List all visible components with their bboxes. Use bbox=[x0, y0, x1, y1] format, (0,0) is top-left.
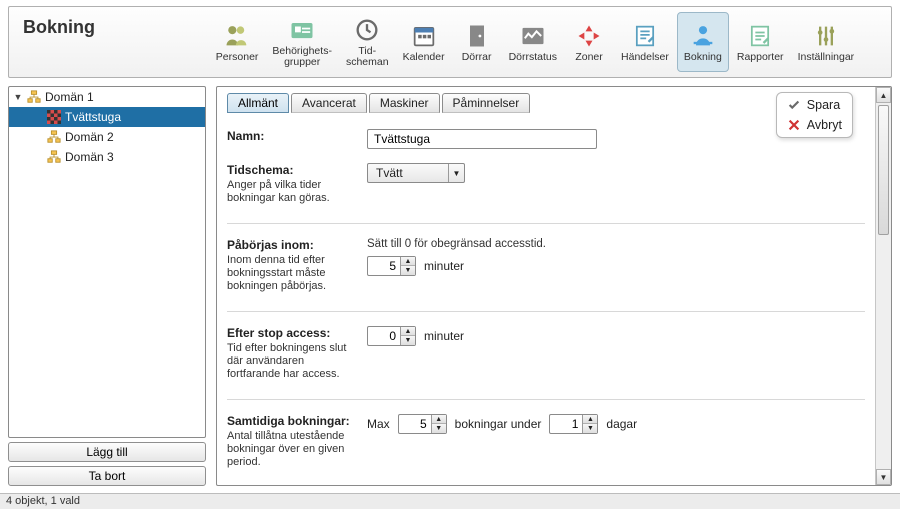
tidschema-sub: Anger på vilka tider bokningar kan göras… bbox=[227, 179, 359, 205]
booking-icon bbox=[689, 22, 717, 50]
events-icon bbox=[631, 22, 659, 50]
zones-icon bbox=[575, 22, 603, 50]
spin-down-icon[interactable]: ▼ bbox=[401, 336, 415, 345]
efterstop-sub: Tid efter bokningens slut där användaren… bbox=[227, 342, 359, 381]
samtidiga-count-input[interactable] bbox=[399, 417, 431, 431]
samtidiga-sub: Antal tillåtna utestående bokningar över… bbox=[227, 430, 359, 469]
paborjas-unit: minuter bbox=[424, 259, 464, 273]
tool-personer[interactable]: Personer bbox=[210, 12, 265, 72]
row-name: Namn: bbox=[227, 125, 865, 159]
tool-installningar[interactable]: Inställningar bbox=[792, 12, 861, 72]
checker-icon bbox=[47, 110, 61, 124]
spin-down-icon[interactable]: ▼ bbox=[432, 424, 446, 433]
topbar: Bokning Personer Behörighets- grupper Ti… bbox=[8, 6, 892, 78]
toolbar: Personer Behörighets- grupper Tid- schem… bbox=[187, 9, 883, 75]
door-icon bbox=[463, 22, 491, 50]
paborjas-hint: Sätt till 0 för obegränsad accesstid. bbox=[367, 238, 546, 250]
spin-up-icon[interactable]: ▲ bbox=[401, 327, 415, 336]
efterstop-unit: minuter bbox=[424, 329, 464, 343]
samtidiga-label: Samtidiga bokningar: bbox=[227, 414, 359, 428]
chevron-down-icon[interactable]: ▼ bbox=[13, 92, 23, 102]
door-status-icon bbox=[519, 22, 547, 50]
name-input[interactable] bbox=[367, 129, 597, 149]
row-paborjas: Påbörjas inom: Inom denna tid efter bokn… bbox=[227, 223, 865, 303]
scroll-down-icon[interactable]: ▼ bbox=[876, 469, 891, 485]
tree-root[interactable]: ▼ Domän 1 bbox=[9, 87, 205, 107]
tab-avancerat[interactable]: Avancerat bbox=[291, 93, 367, 113]
id-card-icon bbox=[288, 16, 316, 44]
row-samtidiga: Samtidiga bokningar: Antal tillåtna utes… bbox=[227, 399, 865, 479]
tree-item-doman2[interactable]: Domän 2 bbox=[9, 127, 205, 147]
cancel-button[interactable]: Avbryt bbox=[783, 117, 846, 133]
tree-root-label: Domän 1 bbox=[45, 90, 94, 104]
spin-down-icon[interactable]: ▼ bbox=[583, 424, 597, 433]
tab-paminnelser[interactable]: Påminnelser bbox=[442, 93, 531, 113]
tab-allmant[interactable]: Allmänt bbox=[227, 93, 289, 113]
reports-icon bbox=[746, 22, 774, 50]
tidschema-select[interactable]: Tvätt ▼ bbox=[367, 163, 465, 183]
sidebar: ▼ Domän 1 Tvättstuga Domän 2 Domän 3 Läg bbox=[8, 86, 206, 486]
samtidiga-days-input[interactable] bbox=[550, 417, 582, 431]
tool-tidscheman[interactable]: Tid- scheman bbox=[340, 12, 395, 72]
tool-behorighetsgrupper[interactable]: Behörighets- grupper bbox=[266, 12, 338, 72]
spin-up-icon[interactable]: ▲ bbox=[401, 257, 415, 266]
paborjas-label: Påbörjas inom: bbox=[227, 238, 359, 252]
tool-zoner[interactable]: Zoner bbox=[565, 12, 613, 72]
tidschema-label: Tidschema: bbox=[227, 163, 359, 177]
efterstop-spinner[interactable]: ▲▼ bbox=[367, 326, 416, 346]
tree-item-label: Domän 2 bbox=[65, 130, 114, 144]
paborjas-sub: Inom denna tid efter bokningsstart måste… bbox=[227, 254, 359, 293]
tool-dorrstatus[interactable]: Dörrstatus bbox=[503, 12, 563, 72]
org-icon bbox=[47, 150, 61, 164]
scroll-thumb[interactable] bbox=[878, 105, 889, 235]
tree-item-label: Tvättstuga bbox=[65, 110, 121, 124]
add-button[interactable]: Lägg till bbox=[8, 442, 206, 462]
status-bar: 4 objekt, 1 vald bbox=[0, 493, 900, 509]
row-efter-stop: Efter stop access: Tid efter bokningens … bbox=[227, 311, 865, 391]
scrollbar[interactable]: ▲ ▼ bbox=[875, 87, 891, 485]
name-label: Namn: bbox=[227, 129, 359, 143]
tool-kalender[interactable]: Kalender bbox=[397, 12, 451, 72]
spin-up-icon[interactable]: ▲ bbox=[432, 415, 446, 424]
row-tidschema: Tidschema: Anger på vilka tider bokninga… bbox=[227, 159, 865, 215]
tab-maskiner[interactable]: Maskiner bbox=[369, 93, 440, 113]
content-panel: ▲ ▼ Allmänt Avancerat Maskiner Påminnels… bbox=[216, 86, 892, 486]
scroll-up-icon[interactable]: ▲ bbox=[876, 87, 891, 103]
samtidiga-days-spinner[interactable]: ▲▼ bbox=[549, 414, 598, 434]
settings-icon bbox=[812, 22, 840, 50]
org-icon bbox=[47, 130, 61, 144]
spin-down-icon[interactable]: ▼ bbox=[401, 266, 415, 275]
efterstop-label: Efter stop access: bbox=[227, 326, 359, 340]
tool-bokning[interactable]: Bokning bbox=[677, 12, 729, 72]
org-icon bbox=[27, 90, 41, 104]
spin-up-icon[interactable]: ▲ bbox=[583, 415, 597, 424]
tree[interactable]: ▼ Domän 1 Tvättstuga Domän 2 Domän 3 bbox=[8, 86, 206, 438]
paborjas-input[interactable] bbox=[368, 259, 400, 273]
clock-icon bbox=[353, 16, 381, 44]
page-title: Bokning bbox=[17, 9, 187, 75]
tree-item-doman3[interactable]: Domän 3 bbox=[9, 147, 205, 167]
samtidiga-count-spinner[interactable]: ▲▼ bbox=[398, 414, 447, 434]
chevron-down-icon: ▼ bbox=[448, 164, 464, 182]
remove-button[interactable]: Ta bort bbox=[8, 466, 206, 486]
calendar-icon bbox=[410, 22, 438, 50]
tool-rapporter[interactable]: Rapporter bbox=[731, 12, 790, 72]
tool-handelser[interactable]: Händelser bbox=[615, 12, 675, 72]
tool-dorrar[interactable]: Dörrar bbox=[453, 12, 501, 72]
float-actions: Spara Avbryt bbox=[776, 92, 853, 138]
people-icon bbox=[223, 22, 251, 50]
tree-item-label: Domän 3 bbox=[65, 150, 114, 164]
paborjas-spinner[interactable]: ▲▼ bbox=[367, 256, 416, 276]
close-icon bbox=[787, 118, 801, 132]
save-button[interactable]: Spara bbox=[783, 97, 846, 113]
efterstop-input[interactable] bbox=[368, 329, 400, 343]
tabs: Allmänt Avancerat Maskiner Påminnelser bbox=[227, 93, 865, 113]
tree-item-tvattstuga[interactable]: Tvättstuga bbox=[9, 107, 205, 127]
check-icon bbox=[787, 98, 801, 112]
